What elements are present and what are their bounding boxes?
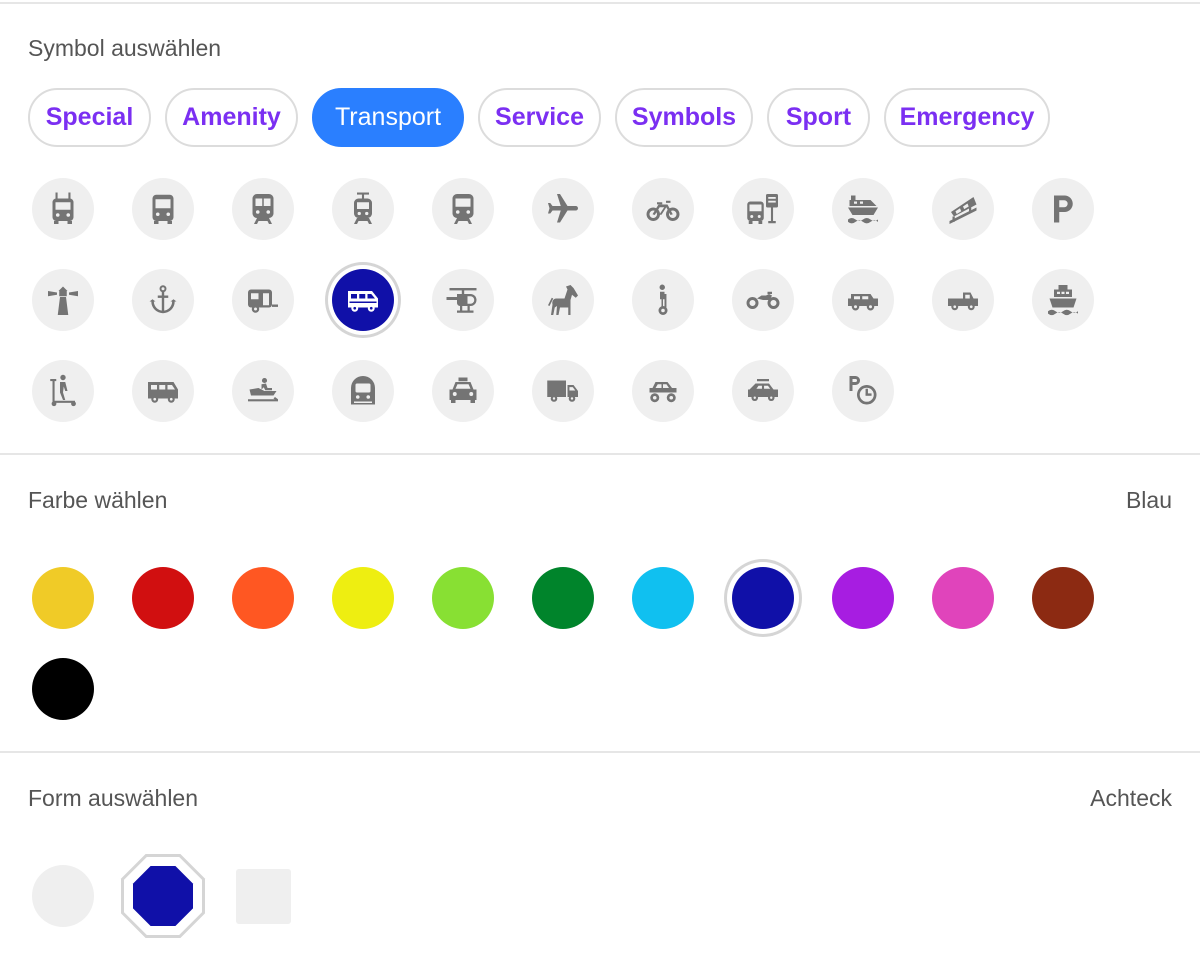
caravan-icon[interactable] (232, 269, 294, 331)
color-swatch-pink[interactable] (932, 567, 994, 629)
truck-icon[interactable] (532, 360, 594, 422)
car-sharing-icon[interactable] (732, 360, 794, 422)
bus-icon[interactable] (132, 178, 194, 240)
top-divider (0, 2, 1200, 4)
color-swatch-yellow[interactable] (332, 567, 394, 629)
pickup-truck-icon[interactable] (932, 269, 994, 331)
symbol-section-title: Symbol auswählen (28, 35, 222, 61)
color-swatch-light-green[interactable] (432, 567, 494, 629)
color-swatch-red[interactable] (132, 567, 194, 629)
color-divider (0, 751, 1200, 753)
color-section-title: Farbe wählen (28, 487, 168, 513)
motorcycle-icon[interactable] (732, 269, 794, 331)
color-swatch-green[interactable] (532, 567, 594, 629)
square-shape[interactable] (236, 869, 291, 924)
train-icon[interactable] (232, 178, 294, 240)
camper-van-icon[interactable] (332, 269, 394, 331)
jeep-icon[interactable] (832, 269, 894, 331)
lighthouse-icon[interactable] (32, 269, 94, 331)
color-swatch-orange[interactable] (232, 567, 294, 629)
subway-icon[interactable] (432, 178, 494, 240)
chip-symbols[interactable]: Symbols (615, 88, 753, 147)
color-swatch-black[interactable] (32, 658, 94, 720)
funicular-icon[interactable] (932, 178, 994, 240)
horse-icon[interactable] (532, 269, 594, 331)
bus-stop-icon[interactable] (732, 178, 794, 240)
segway-icon[interactable] (632, 269, 694, 331)
color-swatch-blue[interactable] (732, 567, 794, 629)
chip-service[interactable]: Service (478, 88, 601, 147)
chip-transport[interactable]: Transport (312, 88, 464, 147)
chip-sport[interactable]: Sport (767, 88, 870, 147)
chip-amenity[interactable]: Amenity (165, 88, 298, 147)
shape-section-title: Form auswählen (28, 785, 199, 811)
symbol-divider (0, 453, 1200, 455)
color-swatch-light-blue[interactable] (632, 567, 694, 629)
atv-icon[interactable] (632, 360, 694, 422)
anchor-icon[interactable] (132, 269, 194, 331)
bicycle-icon[interactable] (632, 178, 694, 240)
chip-special[interactable]: Special (28, 88, 151, 147)
color-swatch-brown[interactable] (1032, 567, 1094, 629)
minibus-icon[interactable] (132, 360, 194, 422)
selected-color-label: Blau (1125, 487, 1172, 513)
metro-icon[interactable] (332, 360, 394, 422)
car-ferry-icon[interactable] (832, 178, 894, 240)
chip-emergency[interactable]: Emergency (884, 88, 1050, 147)
airplane-icon[interactable] (532, 178, 594, 240)
helicopter-icon[interactable] (432, 269, 494, 331)
tram-icon[interactable] (332, 178, 394, 240)
color-swatch-purple[interactable] (832, 567, 894, 629)
octagon-shape[interactable] (120, 853, 206, 939)
ship-icon[interactable] (1032, 269, 1094, 331)
circle-shape[interactable] (32, 865, 94, 927)
parking-time-icon[interactable] (832, 360, 894, 422)
trolleybus-icon[interactable] (32, 178, 94, 240)
selected-shape-label: Achteck (1090, 785, 1172, 811)
parking-icon[interactable] (1032, 178, 1094, 240)
color-swatch-yellow-gold[interactable] (32, 567, 94, 629)
scooter-icon[interactable] (32, 360, 94, 422)
snowmobile-icon[interactable] (232, 360, 294, 422)
taxi-icon[interactable] (432, 360, 494, 422)
